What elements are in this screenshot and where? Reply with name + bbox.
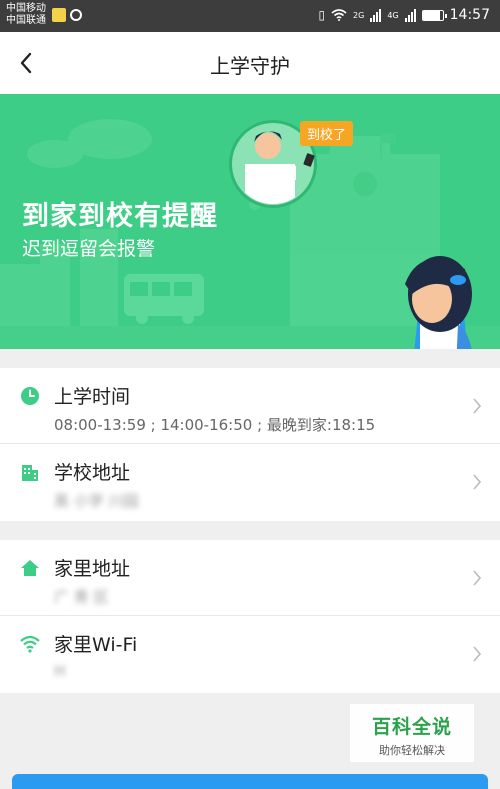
watermark-logo: 百科全说 助你轻松解决 [350,704,474,762]
clock-time: 14:57 [449,7,490,23]
school-time-value: 08:00-13:59 ; 14:00-16:50 ; 最晚到家:18:15 [54,416,376,434]
school-address-row[interactable]: 学校地址 英 小学 川园 [0,444,500,520]
nav-bar: 上学守护 [0,32,500,94]
app-notification-icon [52,8,66,22]
school-address-title: 学校地址 [54,462,131,484]
battery-icon [421,9,447,21]
home-wifi-value: H [54,662,66,680]
home-settings-card: 家里地址 广 青 区 家里Wi-Fi H [0,540,500,693]
signal-icon-2 [404,8,416,22]
home-address-row[interactable]: 家里地址 广 青 区 [0,540,500,616]
school-time-title: 上学时间 [54,386,131,408]
home-wifi-row[interactable]: 家里Wi-Fi H [0,616,500,692]
vibrate-icon: ▯ [318,8,326,22]
building-icon [22,465,38,481]
home-address-value: 广 青 区 [54,588,109,606]
wifi-icon [20,635,40,653]
school-address-value: 英 小学 川园 [54,492,139,510]
network-4g-label: 4G [387,10,399,20]
battery-level [422,10,440,20]
carrier-2: 中国联通 [6,15,46,26]
home-address-title: 家里地址 [54,558,131,580]
arrival-bubble: 到校了 [300,121,354,146]
home-icon [21,560,39,576]
chevron-right-icon [473,570,482,586]
chevron-right-icon [473,474,482,490]
clock-icon [21,387,39,405]
watermark-title: 百科全说 [371,716,452,738]
chevron-right-icon [473,646,482,662]
status-bar: 中国移动 中国联通 ▯ 2G 4G 14:57 [0,0,500,32]
watermark-subtitle: 助你轻松解决 [379,744,445,757]
school-time-row[interactable]: 上学时间 08:00-13:59 ; 14:00-16:50 ; 最晚到家:18… [0,368,500,444]
signal-icon [370,8,382,22]
carrier-1: 中国移动 [6,3,46,14]
bus-shape [124,274,204,324]
banner-headline: 到家到校有提醒 [22,201,218,232]
chevron-right-icon [473,398,482,414]
banner-subline: 迟到逗留会报警 [22,238,156,260]
bottom-action-button[interactable] [12,774,488,789]
home-wifi-title: 家里Wi-Fi [54,634,138,656]
carrier-labels: 中国移动 中国联通 [6,3,46,27]
page-title: 上学守护 [210,54,290,78]
promo-banner: 到校了 到家到校有提醒 迟到逗留会报警 [0,94,500,349]
network-2g-label: 2G [353,10,365,20]
sync-icon [70,9,82,21]
school-settings-card: 上学时间 08:00-13:59 ; 14:00-16:50 ; 最晚到家:18… [0,368,500,521]
wifi-status-icon [331,9,347,21]
